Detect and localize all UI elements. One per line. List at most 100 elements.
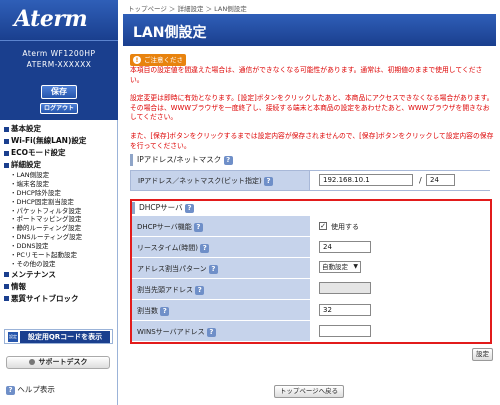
bullet-icon bbox=[4, 162, 9, 168]
wins-server-input[interactable] bbox=[319, 325, 371, 337]
qr-code-button[interactable]: 設定用 設定用QRコードを表示 bbox=[4, 329, 113, 349]
submenu-device-name[interactable]: 端末名設定 bbox=[4, 180, 116, 189]
dhcp-row-pattern: アドレス割当パターン ? bbox=[132, 258, 490, 279]
submenu-other[interactable]: その他の設定 bbox=[4, 260, 116, 269]
start-address-input[interactable] bbox=[319, 282, 371, 294]
logout-button[interactable]: ログアウト bbox=[40, 103, 78, 114]
dhcp-row-lease: リースタイム(時間) ? bbox=[132, 237, 490, 258]
bullet-icon bbox=[4, 296, 9, 302]
help-link[interactable]: ? ヘルプ表示 bbox=[6, 384, 55, 395]
dhcp-row-function: DHCPサーバ機能 ? bbox=[132, 216, 490, 237]
row-label: リースタイム(時間) ? bbox=[137, 243, 210, 253]
title-bar: LAN側設定 bbox=[123, 14, 496, 46]
bullet-icon bbox=[4, 284, 9, 290]
assign-pattern-select[interactable]: 自動設定 ▼ bbox=[319, 261, 361, 273]
menu-label: 情報 bbox=[11, 281, 26, 291]
breadcrumb[interactable]: トップページ ＞ 詳細設定 ＞ LAN側設定 bbox=[128, 3, 247, 13]
model-name: Aterm WF1200HP bbox=[22, 49, 96, 58]
lease-time-input[interactable]: 24 bbox=[319, 241, 371, 253]
help-icon: ? bbox=[6, 385, 15, 395]
dhcp-enable-label: 使用する bbox=[331, 223, 359, 231]
row-label: WINSサーバアドレス ? bbox=[137, 327, 216, 337]
dhcp-title-label: DHCPサーバ bbox=[139, 203, 183, 212]
netmask-input[interactable]: 24 bbox=[426, 174, 455, 186]
ip-address-input[interactable]: 192.168.10.1 bbox=[319, 174, 413, 186]
help-icon[interactable]: ? bbox=[208, 264, 218, 274]
support-icon bbox=[28, 359, 35, 365]
dhcp-row-wins: WINSサーバアドレス ? bbox=[132, 321, 490, 342]
row-label: アドレス割当パターン ? bbox=[137, 264, 218, 274]
row-label-text: WINSサーバアドレス bbox=[137, 328, 205, 336]
back-to-top-button[interactable]: トップページへ戻る bbox=[274, 385, 344, 398]
submenu-ddns[interactable]: DDNS設定 bbox=[4, 242, 116, 251]
caution-badge: ! ご注意ください bbox=[130, 54, 186, 76]
support-desk-button[interactable]: サポートデスク bbox=[6, 356, 110, 369]
submenu-port-mapping[interactable]: ポートマッピング設定 bbox=[4, 215, 116, 224]
row-label-text: DHCPサーバ機能 bbox=[137, 223, 192, 231]
main-content: トップページ ＞ 詳細設定 ＞ LAN側設定 LAN側設定 ! ご注意ください 本… bbox=[119, 0, 500, 405]
help-icon[interactable]: ? bbox=[263, 176, 273, 186]
bullet-icon bbox=[4, 126, 9, 132]
menu-wifi[interactable]: Wi-Fi(無線LAN)設定 bbox=[4, 135, 116, 147]
support-label: サポートデスク bbox=[38, 358, 88, 366]
dhcp-row-count: 割当数 ? bbox=[132, 300, 490, 321]
menu-basic[interactable]: 基本設定 bbox=[4, 123, 116, 135]
warning-text-2: 設定変更は即時に有効となります。[設定]ボタンをクリックしたあと、本商品にアクセ… bbox=[130, 94, 494, 121]
dhcp-enable-checkbox[interactable]: ✓ bbox=[319, 222, 327, 230]
sidebar-menu: 基本設定 Wi-Fi(無線LAN)設定 ECOモード設定 詳細設定 LAN側設定… bbox=[4, 123, 116, 305]
menu-label: 基本設定 bbox=[11, 124, 41, 133]
assign-count-input[interactable]: 32 bbox=[319, 304, 371, 316]
menu-label: ECOモード設定 bbox=[11, 148, 66, 157]
row-label-text: アドレス割当パターン bbox=[137, 265, 207, 273]
help-icon[interactable]: ? bbox=[193, 222, 203, 232]
row-label: DHCPサーバ機能 ? bbox=[137, 222, 203, 232]
ip-label-text: IPアドレス／ネットマスク(ビット指定) bbox=[138, 177, 262, 185]
submenu-static-routing[interactable]: 静的ルーティング設定 bbox=[4, 224, 116, 233]
help-icon[interactable]: ? bbox=[185, 203, 194, 213]
menu-label: メンテナンス bbox=[11, 269, 56, 279]
dhcp-row-start: 割当先頭アドレス ? bbox=[132, 279, 490, 300]
ip-row-label: IPアドレス／ネットマスク(ビット指定) ? bbox=[138, 176, 273, 186]
slash-separator: / bbox=[419, 176, 422, 185]
help-icon[interactable]: ? bbox=[195, 285, 205, 295]
menu-malicious-block[interactable]: 悪質サイトブロック bbox=[4, 293, 116, 305]
ip-section-title: IPアドレス/ネットマスク ? bbox=[130, 154, 490, 166]
bullet-icon bbox=[4, 272, 9, 278]
menu-info[interactable]: 情報 bbox=[4, 281, 116, 293]
save-button[interactable]: 保存 bbox=[41, 85, 77, 99]
submenu-dhcp-exclude[interactable]: DHCP除外設定 bbox=[4, 189, 116, 198]
help-icon[interactable]: ? bbox=[200, 243, 210, 253]
set-button[interactable]: 設定 bbox=[472, 348, 493, 361]
help-label: ヘルプ表示 bbox=[17, 385, 55, 394]
device-id: ATERM-XXXXXX bbox=[26, 60, 92, 69]
ip-section-label: IPアドレス/ネットマスク bbox=[137, 155, 222, 164]
aterm-logo: Aterm bbox=[0, 0, 118, 40]
warning-icon: ! bbox=[133, 56, 141, 64]
submenu-pc-remote[interactable]: PCリモート起動設定 bbox=[4, 251, 116, 260]
warning-text-3: また、[保存]ボタンをクリックするまでは設定内容が保存されませんので、[保存]ボ… bbox=[130, 132, 494, 150]
menu-label: 悪質サイトブロック bbox=[11, 293, 79, 303]
row-label: 割当数 ? bbox=[137, 306, 170, 316]
submenu-dns-routing[interactable]: DNSルーティング設定 bbox=[4, 233, 116, 242]
row-label: 割当先頭アドレス ? bbox=[137, 285, 205, 295]
menu-advanced[interactable]: 詳細設定 bbox=[4, 159, 116, 171]
qr-button-label: 設定用QRコードを表示 bbox=[20, 331, 110, 343]
sidebar: Aterm Aterm WF1200HP ATERM-XXXXXX 保存 ログア… bbox=[0, 0, 118, 405]
page-title: LAN側設定 bbox=[133, 25, 207, 41]
bullet-icon bbox=[4, 150, 9, 156]
warning-text-1: 本項目の設定値を間違えた場合は、通信ができなくなる可能性があります。通常は、初期… bbox=[130, 66, 483, 84]
bullet-icon bbox=[4, 138, 9, 144]
help-icon[interactable]: ? bbox=[206, 327, 216, 337]
submenu-lan[interactable]: LAN側設定 bbox=[4, 171, 116, 180]
row-label-text: 割当先頭アドレス bbox=[137, 286, 193, 294]
menu-eco[interactable]: ECOモード設定 bbox=[4, 147, 116, 159]
chevron-down-icon: ▼ bbox=[353, 263, 358, 270]
menu-maintenance[interactable]: メンテナンス bbox=[4, 269, 116, 281]
help-icon[interactable]: ? bbox=[160, 306, 170, 316]
help-icon[interactable]: ? bbox=[223, 155, 233, 165]
submenu-dhcp-fixed[interactable]: DHCP固定割当設定 bbox=[4, 198, 116, 207]
model-panel: Aterm WF1200HP ATERM-XXXXXX 保存 ログアウト bbox=[0, 40, 118, 120]
qr-icon: 設定用 bbox=[8, 332, 18, 349]
menu-label: Wi-Fi(無線LAN)設定 bbox=[11, 136, 87, 145]
select-value: 自動設定 bbox=[322, 263, 348, 271]
